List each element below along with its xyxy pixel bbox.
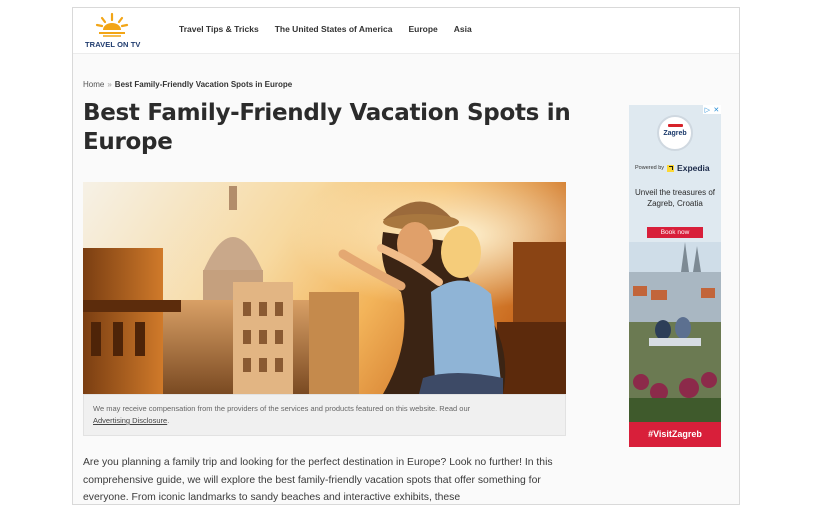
badge-name: Zagreb — [663, 130, 687, 137]
sun-logo-icon — [95, 12, 129, 37]
ad-close-icon[interactable]: ✕ — [713, 106, 719, 114]
nav-europe[interactable]: Europe — [408, 24, 437, 34]
powered-by-label: Powered by — [635, 165, 665, 171]
page-frame: TRAVEL ON TV Travel Tips & Tricks The Un… — [72, 7, 740, 505]
expedia-arrow-icon — [667, 164, 675, 172]
nav-asia[interactable]: Asia — [454, 24, 472, 34]
site-header: TRAVEL ON TV Travel Tips & Tricks The Un… — [73, 8, 739, 54]
ad-choices-icon[interactable]: ▷ ✕ — [703, 105, 721, 114]
zagreb-badge: Zagreb — [657, 115, 693, 151]
site-logo[interactable]: TRAVEL ON TV — [85, 12, 143, 50]
badge-stripe — [668, 124, 683, 127]
ad-headline: Unveil the treasures of Zagreb, Croatia — [634, 188, 716, 208]
breadcrumb-current: Best Family-Friendly Vacation Spots in E… — [114, 80, 293, 89]
sidebar-ad[interactable]: ▷ ✕ Zagreb Powered by Expedia Unveil the… — [629, 105, 721, 447]
advertising-disclosure: We may receive compensation from the pro… — [83, 394, 566, 436]
nav-travel-tips[interactable]: Travel Tips & Tricks — [179, 24, 259, 34]
ad-powered-by: Powered by Expedia — [635, 163, 710, 173]
page-title: Best Family-Friendly Vacation Spots in E… — [83, 100, 571, 155]
ad-info-icon: ▷ — [704, 106, 711, 114]
nav-usa[interactable]: The United States of America — [275, 24, 393, 34]
expedia-logo-text: Expedia — [677, 163, 710, 173]
visit-zagreb-hashtag[interactable]: #VisitZagreb — [629, 422, 721, 447]
book-now-button[interactable]: Book now — [647, 227, 703, 238]
hero-image — [83, 182, 566, 394]
advertising-disclosure-link[interactable]: Advertising Disclosure — [93, 416, 167, 425]
disclosure-end: . — [167, 416, 170, 425]
breadcrumb: Home» Best Family-Friendly Vacation Spots… — [83, 80, 292, 89]
breadcrumb-home[interactable]: Home — [83, 80, 104, 89]
article-intro: Are you planning a family trip and looki… — [83, 457, 553, 503]
breadcrumb-separator: » — [107, 80, 112, 89]
ad-photo — [629, 242, 721, 422]
main-nav: Travel Tips & Tricks The United States o… — [179, 24, 472, 34]
logo-text: TRAVEL ON TV — [85, 40, 141, 49]
disclosure-text: We may receive compensation from the pro… — [93, 404, 471, 413]
